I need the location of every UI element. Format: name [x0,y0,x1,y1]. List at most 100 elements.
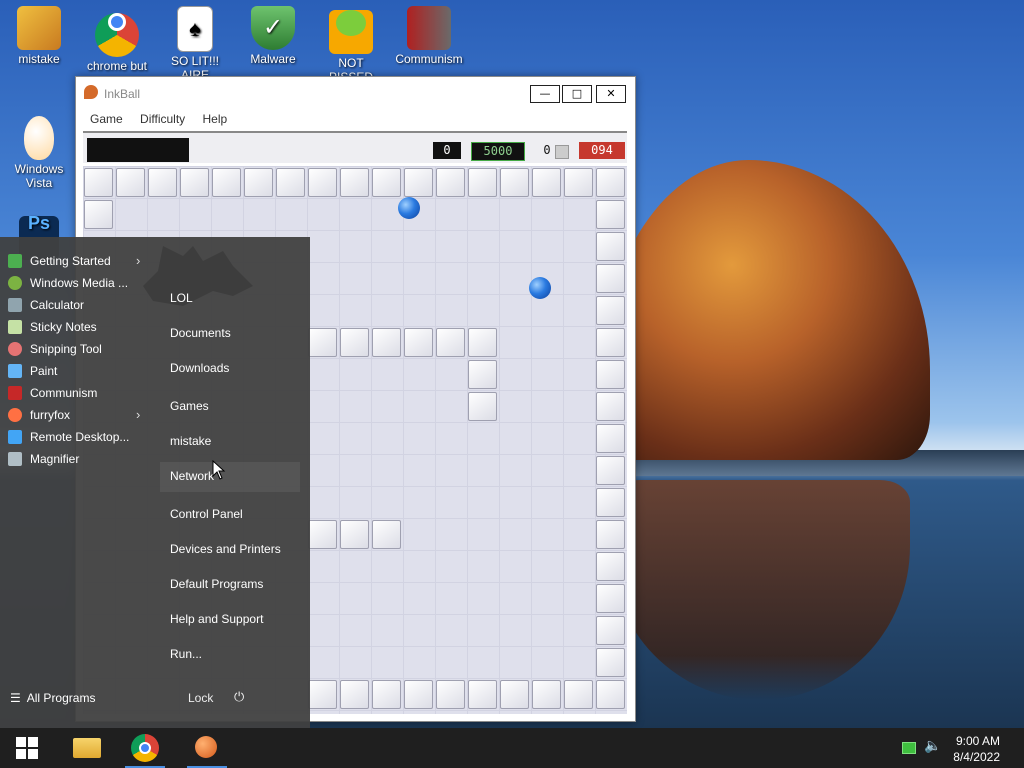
wall-tile [596,616,625,645]
wall-tile [308,328,337,357]
desktop-icon-not-pissed[interactable]: NOT PISSED [316,0,386,84]
wall-tile [596,360,625,389]
program-sticky-notes[interactable]: Sticky Notes [8,317,153,337]
taskbar-inkball[interactable] [184,728,230,768]
wall-tile [596,200,625,229]
menu-game[interactable]: Game [90,109,123,129]
program-calculator[interactable]: Calculator [8,295,153,315]
power-icon[interactable]: ⏻ [234,689,244,705]
wall-tile [148,168,177,197]
wall-tile [404,328,433,357]
network-icon[interactable] [902,742,916,754]
wall-tile [596,584,625,613]
start-menu[interactable]: Getting Started › Windows Media ... Calcu… [0,237,310,728]
program-remote-desktop[interactable]: Remote Desktop... [8,427,153,447]
place-network[interactable]: Network [170,467,214,485]
program-windows-media[interactable]: Windows Media ... [8,273,153,293]
program-communism[interactable]: Communism [8,383,153,403]
wall-tile [372,168,401,197]
program-label: Paint [30,364,58,378]
wall-tile [596,552,625,581]
getting-started-icon [8,254,22,268]
wall-tile [564,680,593,709]
wall-tile [596,520,625,549]
wall-tile [340,328,369,357]
volume-icon[interactable]: 🔈 [924,738,941,754]
wall-tile [564,168,593,197]
program-label: Calculator [30,298,85,312]
wall-tile [596,648,625,677]
place-help-and-support[interactable]: Help and Support [170,610,263,628]
angry-bird-icon [329,10,373,54]
place-control-panel[interactable]: Control Panel [170,505,243,523]
program-label: Communism [30,386,98,400]
menu-difficulty[interactable]: Difficulty [140,109,185,129]
place-documents[interactable]: Documents [170,324,231,342]
desktop-icon-chrome[interactable]: chrome but [82,0,152,73]
desktop-icon-communism[interactable]: Communism [394,0,464,66]
inkball-icon [195,736,217,758]
wall-tile [596,424,625,453]
wall-tile [596,168,625,197]
minimize-button[interactable]: — [530,85,560,103]
player-name-box [87,138,189,162]
wall-tile [468,360,497,389]
window-title: InkBall [104,87,141,101]
chrome-icon [131,734,159,762]
place-mistake[interactable]: mistake [170,432,211,450]
desktop-icon-label: Windows Vista [14,162,64,190]
program-furryfox[interactable]: furryfox › [8,405,153,425]
wall-tile [372,680,401,709]
system-clock[interactable]: 9:00 AM 8/4/2022 [953,733,1000,765]
wall-tile [372,328,401,357]
wall-tile [340,680,369,709]
wall-tile [308,680,337,709]
close-button[interactable]: ✕ [596,85,626,103]
program-paint[interactable]: Paint [8,361,153,381]
lock-button[interactable]: Lock [188,691,213,705]
wall-tile [596,296,625,325]
windows-logo-icon [16,737,38,759]
desktop-icon-malware[interactable]: ✓ Malware [238,0,308,66]
taskbar-file-explorer[interactable] [64,728,110,768]
wall-tile [84,168,113,197]
wall-tile [180,168,209,197]
wall-tile [596,264,625,293]
place-run[interactable]: Run... [170,645,202,663]
sticky-notes-icon [8,320,22,334]
wall-tile [596,488,625,517]
wall-tile [500,680,529,709]
place-games[interactable]: Games [170,397,209,415]
place-lol[interactable]: LOL [170,289,193,307]
wall-tile [308,168,337,197]
clock-time: 9:00 AM [955,734,1000,748]
time-counter: 5000 [471,142,525,161]
desktop-icon-windows-vista[interactable]: Windows Vista [4,110,74,190]
desktop-icon-solitaire[interactable]: ♠ SO LIT!!! AIRE [160,0,230,82]
program-getting-started[interactable]: Getting Started › [8,251,153,271]
chevron-right-icon: › [136,407,141,422]
all-programs-button[interactable]: ☰ All Programs [10,691,95,705]
program-magnifier[interactable]: Magnifier [8,449,153,469]
scissors-icon [8,342,22,356]
wall-tile [596,680,625,709]
place-downloads[interactable]: Downloads [170,359,229,377]
taskbar-chrome[interactable] [122,728,168,768]
wall-tile [372,520,401,549]
program-snipping-tool[interactable]: Snipping Tool [8,339,153,359]
menu-help[interactable]: Help [203,109,228,129]
all-programs-label: All Programs [26,691,96,705]
desktop-icon-mistake[interactable]: mistake [4,0,74,66]
maximize-button[interactable]: □ [562,85,592,103]
place-default-programs[interactable]: Default Programs [170,575,263,593]
folder-icon [73,738,101,758]
wall-tile [596,456,625,485]
ball-blue [529,277,551,299]
place-devices-and-printers[interactable]: Devices and Printers [170,540,281,558]
desktop-icon-label: mistake [18,52,60,66]
chrome-icon [95,13,139,57]
wall-tile [404,168,433,197]
window-titlebar[interactable]: InkBall — □ ✕ [76,77,635,109]
start-button[interactable] [4,728,50,768]
wall-tile [468,328,497,357]
